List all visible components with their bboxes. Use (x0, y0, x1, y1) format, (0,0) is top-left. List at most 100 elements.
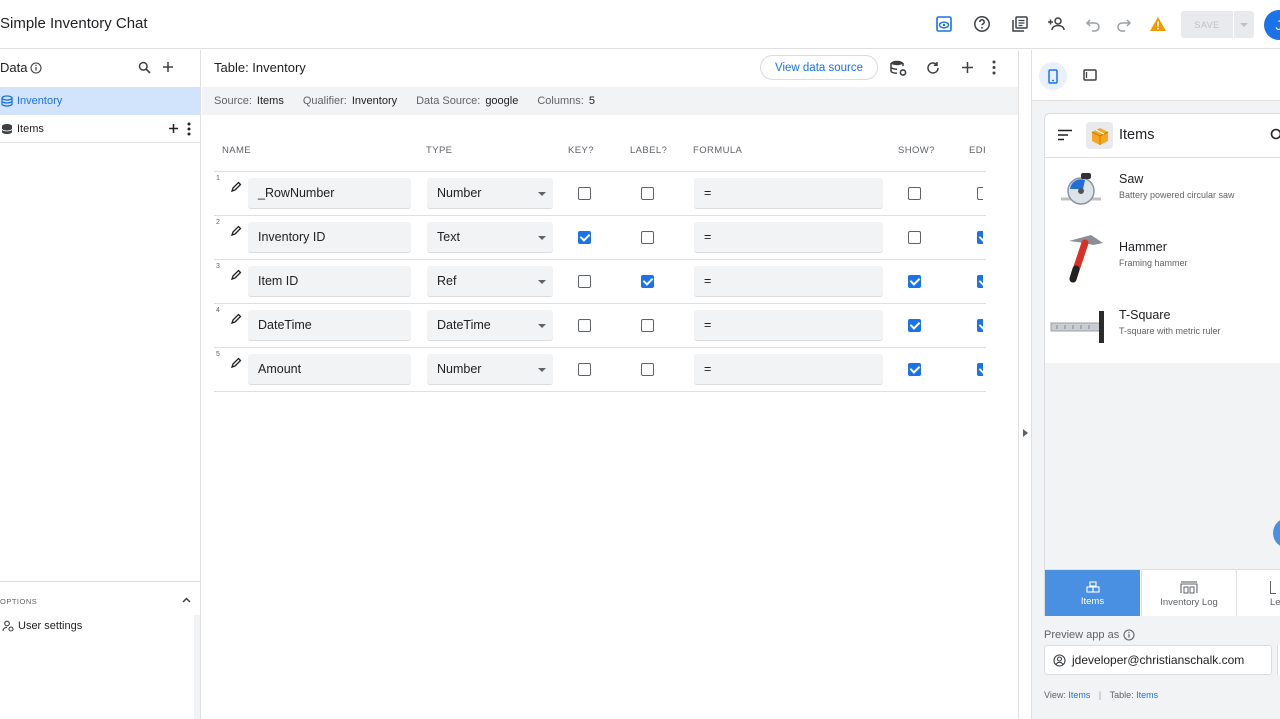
column-name-input[interactable]: Inventory ID (248, 222, 411, 253)
list-item[interactable]: T-Square T-square with metric ruler (1045, 295, 1280, 363)
refresh-icon[interactable] (926, 61, 940, 75)
save-options-dropdown[interactable] (1234, 11, 1254, 38)
preview-icon[interactable] (934, 14, 954, 34)
phone-icon (1048, 68, 1058, 84)
info-icon[interactable] (1123, 629, 1135, 641)
more-vert-icon[interactable] (187, 122, 191, 136)
more-vert-icon[interactable] (992, 60, 996, 75)
docs-icon[interactable] (1010, 14, 1030, 34)
column-type-value: Ref (437, 274, 457, 288)
column-name-input[interactable]: Amount (248, 354, 411, 385)
formula-input[interactable]: = (694, 266, 883, 297)
add-icon[interactable] (961, 61, 974, 74)
column-type-select[interactable]: DateTime (427, 310, 553, 341)
table-settings-icon[interactable] (890, 60, 908, 77)
editable-checkbox[interactable] (977, 319, 983, 332)
avatar[interactable]: J (1264, 10, 1280, 40)
column-name-input[interactable]: Item ID (248, 266, 411, 297)
list-item[interactable]: Hammer Framing hammer (1045, 227, 1280, 295)
column-header-show: SHOW? (898, 145, 935, 156)
show-checkbox[interactable] (908, 231, 921, 244)
tsquare-image (1049, 307, 1109, 347)
column-name-input[interactable]: DateTime (248, 310, 411, 341)
label-checkbox[interactable] (641, 231, 654, 244)
key-checkbox[interactable] (578, 319, 591, 332)
column-type-select[interactable]: Number (427, 178, 553, 209)
divider (0, 581, 200, 582)
panel-splitter[interactable] (1018, 50, 1032, 719)
redo-icon[interactable] (1114, 14, 1134, 34)
column-name-input[interactable]: _RowNumber (248, 178, 411, 209)
view-link[interactable]: Items (1068, 690, 1090, 700)
show-checkbox[interactable] (908, 187, 921, 200)
formula-input[interactable]: = (694, 310, 883, 341)
nav-tab-items[interactable]: Items (1045, 570, 1140, 616)
preview-user-field[interactable]: jdeveloper@christianschalk.com (1044, 645, 1272, 675)
undo-icon[interactable] (1083, 14, 1103, 34)
help-icon[interactable] (972, 14, 992, 34)
column-type-select[interactable]: Text (427, 222, 553, 253)
editable-checkbox[interactable] (977, 187, 983, 200)
label-checkbox[interactable] (641, 275, 654, 288)
stack-icon (1085, 581, 1100, 593)
label-checkbox[interactable] (641, 187, 654, 200)
edit-pencil-icon[interactable] (230, 357, 242, 369)
user-settings-item[interactable]: User settings (2, 620, 82, 632)
save-button[interactable]: SAVE (1181, 11, 1233, 38)
options-heading: OPTIONS (0, 597, 38, 606)
key-checkbox[interactable] (578, 363, 591, 376)
formula-input[interactable]: = (694, 222, 883, 253)
add-icon[interactable] (168, 123, 179, 134)
edit-pencil-icon[interactable] (230, 313, 242, 325)
nav-tab-partial[interactable]: Le (1238, 570, 1280, 616)
show-checkbox[interactable] (908, 363, 921, 376)
list-item[interactable]: Saw Battery powered circular saw (1045, 159, 1280, 227)
preview-user-email: jdeveloper@christianschalk.com (1072, 653, 1245, 667)
menu-icon[interactable] (1057, 129, 1073, 141)
table-link[interactable]: Items (1136, 690, 1158, 700)
view-table-info: View: Items | Table: Items (1044, 690, 1158, 700)
formula-input[interactable]: = (694, 178, 883, 209)
key-checkbox[interactable] (578, 275, 591, 288)
editable-checkbox[interactable] (977, 363, 983, 376)
add-table-icon[interactable] (162, 61, 174, 73)
edit-pencil-icon[interactable] (230, 269, 242, 281)
nav-tab-inventory-log[interactable]: Inventory Log (1141, 570, 1237, 616)
table-editor: Table: Inventory View data source Source… (202, 50, 1018, 719)
chevron-up-icon[interactable] (182, 597, 191, 603)
view-data-source-button[interactable]: View data source (760, 55, 878, 80)
tablet-icon[interactable] (1082, 68, 1098, 84)
column-header-name: NAME (222, 145, 252, 156)
column-type-value: Number (437, 186, 482, 200)
nav-tab-label: Inventory Log (1160, 596, 1218, 608)
column-type-select[interactable]: Ref (427, 266, 553, 297)
label-checkbox[interactable] (641, 319, 654, 332)
column-header-type: TYPE (426, 145, 453, 156)
key-checkbox[interactable] (578, 231, 591, 244)
info-value: Inventory (351, 95, 398, 107)
scrollbar[interactable] (194, 615, 200, 719)
warning-icon[interactable] (1148, 14, 1168, 34)
row-number: 3 (216, 263, 220, 270)
edit-pencil-icon[interactable] (230, 225, 242, 237)
sidebar-item-label: Items (17, 122, 44, 135)
info-icon[interactable] (30, 61, 43, 74)
show-checkbox[interactable] (908, 275, 921, 288)
sidebar-item-label: Inventory (17, 95, 63, 107)
key-checkbox[interactable] (578, 187, 591, 200)
edit-pencil-icon[interactable] (230, 181, 242, 193)
mobile-view-button[interactable] (1039, 62, 1067, 90)
label-checkbox[interactable] (641, 363, 654, 376)
expand-arrow-icon[interactable] (1023, 429, 1028, 437)
column-type-select[interactable]: Number (427, 354, 553, 385)
editable-checkbox[interactable] (977, 231, 983, 244)
editable-checkbox[interactable] (977, 275, 983, 288)
show-checkbox[interactable] (908, 319, 921, 332)
share-icon[interactable] (1047, 14, 1067, 34)
sidebar-item-items[interactable]: Items (0, 115, 200, 143)
search-icon[interactable] (138, 61, 151, 74)
search-icon[interactable] (1270, 128, 1280, 142)
formula-input[interactable]: = (694, 354, 883, 385)
sidebar-item-inventory[interactable]: Inventory (0, 87, 200, 115)
preview-toolbar (1032, 50, 1280, 101)
